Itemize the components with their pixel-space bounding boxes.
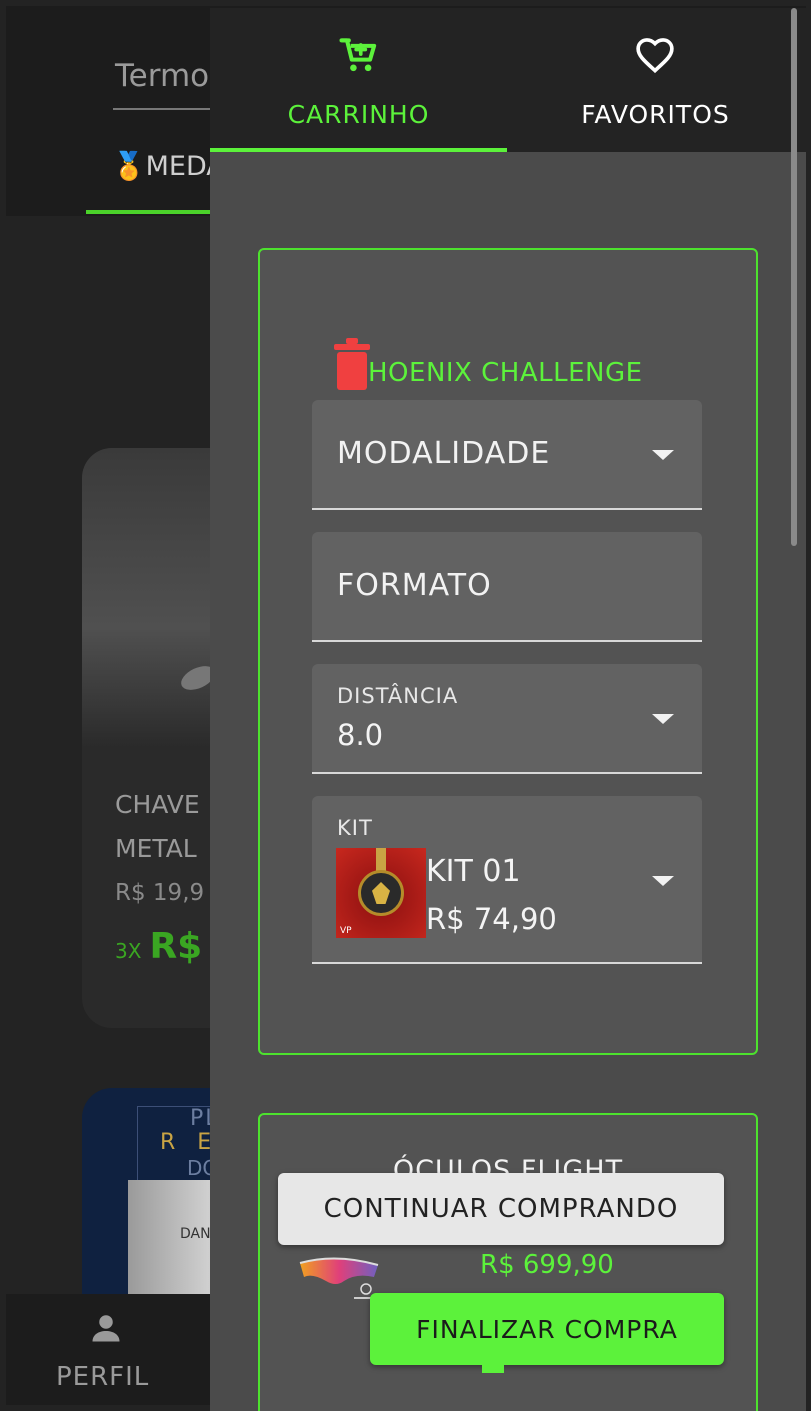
- product-old-price: R$ 19,9: [115, 880, 205, 906]
- scrollbar[interactable]: [791, 8, 797, 546]
- chevron-down-icon: [652, 714, 674, 724]
- trash-icon[interactable]: [332, 338, 372, 390]
- tab-cart-label: CARRINHO: [287, 100, 430, 129]
- cart-item-title: HOENIX CHALLENGE: [368, 358, 643, 388]
- checkbox-partial[interactable]: [482, 1363, 504, 1373]
- product-image-text: DAN: [180, 1226, 211, 1242]
- kit-name: KIT 01: [426, 854, 521, 889]
- checkout-button[interactable]: FINALIZAR COMPRA: [370, 1293, 724, 1365]
- distance-value: 8.0: [337, 718, 384, 752]
- installments-price: R$: [149, 926, 203, 967]
- kit-label: KIT: [337, 816, 373, 840]
- person-icon[interactable]: [88, 1310, 124, 1346]
- cart-drawer: CARRINHO FAVORITOS HOENIX CHALLENGE MODA…: [210, 8, 806, 1411]
- modality-label: MODALIDADE: [337, 436, 551, 471]
- tab-active-indicator: [210, 148, 507, 152]
- kit-thumbnail-mark: VP: [340, 926, 352, 936]
- kit-price: R$ 74,90: [426, 902, 557, 936]
- category-tab-indicator: [86, 210, 216, 214]
- tab-favorites-label: FAVORITOS: [581, 100, 730, 129]
- heart-icon: [636, 38, 674, 74]
- cart-item: ÓCULOS FLIGHT R$ 699,90: [258, 1113, 758, 1411]
- format-field[interactable]: FORMATO: [312, 532, 702, 642]
- product-installments: 3X R$: [115, 926, 202, 967]
- kit-thumbnail: VP: [336, 848, 426, 938]
- chevron-down-icon: [652, 450, 674, 460]
- drawer-tabs: CARRINHO FAVORITOS: [210, 8, 806, 152]
- tab-favorites[interactable]: FAVORITOS: [507, 8, 804, 152]
- cart-item-price: R$ 699,90: [480, 1250, 614, 1280]
- tab-cart[interactable]: CARRINHO: [210, 8, 507, 152]
- continue-shopping-button[interactable]: CONTINUAR COMPRANDO: [278, 1173, 724, 1245]
- distance-label: DISTÂNCIA: [337, 684, 459, 708]
- kit-select[interactable]: KIT VP KIT 01 R$ 74,90: [312, 796, 702, 964]
- cart-item: HOENIX CHALLENGE MODALIDADE FORMATO DIST…: [258, 248, 758, 1055]
- nav-profile-label[interactable]: PERFIL: [56, 1362, 149, 1392]
- installments-prefix: 3X: [115, 939, 142, 963]
- modality-select[interactable]: MODALIDADE: [312, 400, 702, 510]
- format-label: FORMATO: [337, 568, 492, 603]
- distance-select[interactable]: DISTÂNCIA 8.0: [312, 664, 702, 774]
- category-tab-medals[interactable]: 🏅MEDA: [112, 150, 225, 182]
- chevron-down-icon: [652, 876, 674, 886]
- cart-icon: [339, 38, 377, 72]
